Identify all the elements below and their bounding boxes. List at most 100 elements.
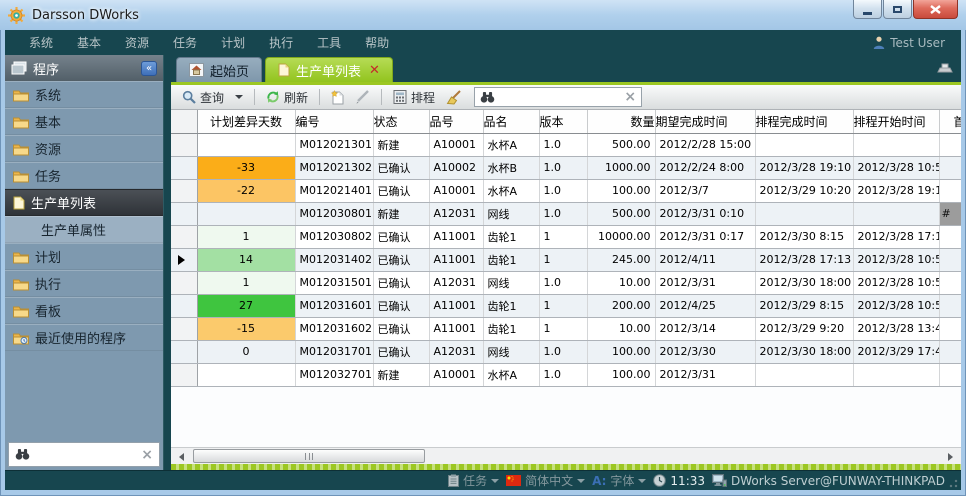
table-row[interactable]: M012021301新建A10001水杯A1.0500.002012/2/28 … <box>171 133 961 156</box>
grid-cell: 500.00 <box>587 202 655 225</box>
menu-item-tools[interactable]: 工具 <box>305 34 353 51</box>
row-indicator <box>171 363 197 386</box>
sidebar-item-kanban[interactable]: 看板 <box>5 297 163 324</box>
grid-cell: 1000.00 <box>587 156 655 179</box>
sidebar-item-production-order-properties[interactable]: 生产单属性 <box>5 216 163 243</box>
sidebar-search-clear-icon[interactable]: × <box>141 448 153 462</box>
sidebar-splitter[interactable] <box>163 55 171 470</box>
column-header[interactable]: 数量 <box>587 110 655 133</box>
table-row[interactable]: M012030801新建A12031网线1.0500.002012/3/31 0… <box>171 202 961 225</box>
menu-item-execute[interactable]: 执行 <box>257 34 305 51</box>
status-font-menu[interactable]: A: 字体 <box>592 472 646 489</box>
tab-start-page[interactable]: 起始页 <box>176 57 262 82</box>
sidebar: 程序 « 系统 基本 资源 任务 生产单列表 <box>5 55 163 470</box>
sidebar-item-execute[interactable]: 执行 <box>5 270 163 297</box>
scroll-left-button[interactable] <box>173 450 190 463</box>
menu-item-system[interactable]: 系统 <box>17 34 65 51</box>
column-header[interactable]: 编号 <box>295 110 373 133</box>
resize-grip[interactable] <box>949 479 958 488</box>
table-row[interactable]: 27M012031601已确认A11001齿轮11200.002012/4/25… <box>171 294 961 317</box>
schedule-label: 排程 <box>411 89 435 106</box>
close-button[interactable] <box>913 0 958 19</box>
menu-item-resource[interactable]: 资源 <box>113 34 161 51</box>
tab-close-icon[interactable]: ✕ <box>369 64 380 77</box>
china-flag-icon <box>506 475 521 486</box>
window-body: 程序 « 系统 基本 资源 任务 生产单列表 <box>5 55 961 470</box>
grid-cell: 2012/3/28 13:40 <box>853 317 939 340</box>
title-bar[interactable]: Darsson DWorks <box>0 0 966 30</box>
status-server: DWorks Server@FUNWAY-THINKPAD <box>712 474 945 488</box>
row-indicator <box>171 225 197 248</box>
sidebar-search-input[interactable] <box>36 448 135 462</box>
status-language-menu[interactable]: 简体中文 <box>506 472 585 489</box>
maximize-button[interactable] <box>883 0 912 19</box>
column-header[interactable]: 品名 <box>483 110 539 133</box>
new-record-button[interactable] <box>328 90 347 105</box>
scrollbar-thumb[interactable] <box>193 449 425 463</box>
column-header[interactable]: 期望完成时间 <box>655 110 755 133</box>
column-header[interactable]: 计划差异天数 <box>197 110 295 133</box>
grid-cell: 0 <box>197 340 295 363</box>
grid-header-row: 计划差异天数编号状态品号品名版本数量期望完成时间排程完成时间排程开始时间首 <box>171 110 961 133</box>
table-row[interactable]: 14M012031402已确认A11001齿轮11245.002012/4/11… <box>171 248 961 271</box>
query-dropdown[interactable] <box>232 95 246 99</box>
window-list-icon[interactable] <box>937 61 953 73</box>
table-row[interactable]: 1M012030802已确认A11001齿轮1110000.002012/3/3… <box>171 225 961 248</box>
status-task-menu[interactable]: 任务 <box>448 472 499 489</box>
grid-cell <box>939 248 961 271</box>
grid-cell: 27 <box>197 294 295 317</box>
current-user[interactable]: Test User <box>873 36 949 50</box>
scroll-right-button[interactable] <box>942 450 959 463</box>
sidebar-item-system[interactable]: 系统 <box>5 81 163 108</box>
table-row[interactable]: 0M012031701已确认A12031网线1.0100.002012/3/30… <box>171 340 961 363</box>
sidebar-item-production-order-list[interactable]: 生产单列表 <box>5 189 163 216</box>
column-header[interactable]: 首 <box>939 110 961 133</box>
toolbar-separator <box>381 89 382 105</box>
column-header[interactable]: 状态 <box>373 110 429 133</box>
schedule-button[interactable]: 排程 <box>390 89 438 106</box>
sidebar-item-task[interactable]: 任务 <box>5 162 163 189</box>
close-icon <box>930 5 941 14</box>
toolbar-search-clear-icon[interactable]: × <box>624 90 636 104</box>
sidebar-item-basic[interactable]: 基本 <box>5 108 163 135</box>
table-row[interactable]: -15M012031602已确认A11001齿轮1110.002012/3/14… <box>171 317 961 340</box>
menu-item-task[interactable]: 任务 <box>161 34 209 51</box>
status-bar: 任务 简体中文 A: 字体 11:33 <box>5 470 961 490</box>
grid-cell: A11001 <box>429 317 483 340</box>
query-button[interactable]: 查询 <box>179 89 227 106</box>
toolbar-search-input[interactable] <box>500 90 619 104</box>
sidebar-collapse-button[interactable]: « <box>141 61 157 76</box>
clean-button[interactable] <box>443 90 465 105</box>
tab-production-order-list[interactable]: 生产单列表 ✕ <box>265 57 393 82</box>
menu-item-basic[interactable]: 基本 <box>65 34 113 51</box>
table-row[interactable]: M012032701新建A10001水杯A1.0100.002012/3/31 <box>171 363 961 386</box>
grid-cell: 2012/2/28 15:00 <box>655 133 755 156</box>
sidebar-item-recent-programs[interactable]: 最近使用的程序 <box>5 324 163 351</box>
grid-table: 计划差异天数编号状态品号品名版本数量期望完成时间排程完成时间排程开始时间首 M0… <box>171 110 961 387</box>
column-header[interactable]: 版本 <box>539 110 587 133</box>
sidebar-item-label: 最近使用的程序 <box>35 328 126 347</box>
edit-button[interactable] <box>352 90 373 104</box>
column-header[interactable]: 排程完成时间 <box>755 110 853 133</box>
menu-item-plan[interactable]: 计划 <box>209 34 257 51</box>
table-row[interactable]: -22M012021401已确认A10001水杯A1.0100.002012/3… <box>171 179 961 202</box>
grid-cell: A10002 <box>429 156 483 179</box>
sidebar-item-resource[interactable]: 资源 <box>5 135 163 162</box>
sidebar-item-plan[interactable]: 计划 <box>5 243 163 270</box>
grid-cell: 1 <box>197 225 295 248</box>
grid-cell: 齿轮1 <box>483 248 539 271</box>
table-row[interactable]: -33M012021302已确认A10002水杯B1.01000.002012/… <box>171 156 961 179</box>
table-row[interactable]: 1M012031501已确认A12031网线1.010.002012/3/312… <box>171 271 961 294</box>
minimize-icon <box>863 12 872 15</box>
document-icon <box>13 196 25 210</box>
refresh-button[interactable]: 刷新 <box>263 89 311 106</box>
grid-cell: A12031 <box>429 271 483 294</box>
grid-cell <box>939 340 961 363</box>
menu-item-help[interactable]: 帮助 <box>353 34 401 51</box>
grid-cell: 1 <box>539 294 587 317</box>
column-header[interactable]: 排程开始时间 <box>853 110 939 133</box>
column-header[interactable]: 品号 <box>429 110 483 133</box>
horizontal-scrollbar[interactable] <box>171 447 961 464</box>
grid-cell: 10.00 <box>587 317 655 340</box>
minimize-button[interactable] <box>853 0 882 19</box>
